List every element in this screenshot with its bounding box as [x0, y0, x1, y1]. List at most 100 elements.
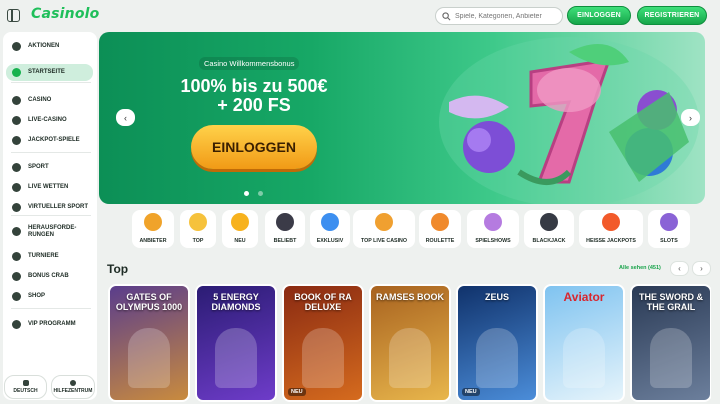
sidebar: DEUTSCH HILFEZENTRUM AKTIONEN STARTSEITE C…	[3, 32, 97, 400]
sidebar-item-aktionen[interactable]: AKTIONEN	[6, 38, 93, 55]
gift-icon	[12, 42, 21, 51]
sidebar-toggle-icon[interactable]	[7, 9, 20, 22]
category-label: EXKLUSIV	[316, 238, 344, 244]
category-label: TOP LIVE CASINO	[360, 238, 407, 244]
help-label: HILFEZENTRUM	[53, 388, 93, 394]
language-button[interactable]: DEUTSCH	[4, 375, 47, 399]
sidebar-item-casino[interactable]: CASINO	[6, 92, 93, 109]
search-box[interactable]	[435, 7, 563, 25]
category-icon	[321, 213, 339, 231]
sidebar-item-turniere[interactable]: TURNIERE	[6, 248, 93, 265]
category-bar: ANBIETER TOP NEU BELIEBT EXKLUSIV TOP LIVE CA…	[99, 210, 705, 248]
sidebar-item-label: BONUS CRAB	[28, 273, 69, 279]
games-prev-arrow-icon[interactable]: ‹	[670, 261, 689, 276]
category-icon	[660, 213, 678, 231]
sidebar-item-label: SPORT	[28, 164, 49, 170]
sidebar-item-live-wetten[interactable]: LIVE WETTEN	[6, 179, 93, 196]
category-beliebt[interactable]: BELIEBT	[265, 210, 305, 248]
category-icon	[144, 213, 162, 231]
sidebar-item-live-casino[interactable]: LIVE-CASINO	[6, 112, 93, 129]
category-label: ANBIETER	[139, 238, 167, 244]
category-icon	[276, 213, 294, 231]
sidebar-item-shop[interactable]: SHOP	[6, 288, 93, 305]
live-casino-icon	[12, 116, 21, 125]
category-label: SLOTS	[660, 238, 678, 244]
category-icon	[540, 213, 558, 231]
top-bar: Casinolo EINLOGGEN REGISTRIEREN	[0, 0, 720, 32]
hero-title-line1: 100% bis zu 500€	[180, 76, 328, 96]
new-badge: NEU	[288, 388, 306, 396]
help-icon	[70, 380, 76, 386]
hero-next-arrow-icon[interactable]: ›	[681, 109, 700, 126]
sidebar-item-jackpot-spiele[interactable]: JACKPOT-SPIELE	[6, 132, 93, 149]
soccer-ball-icon	[12, 163, 21, 172]
bonus-crab-icon	[12, 272, 21, 281]
category-icon	[189, 213, 207, 231]
category-top-live-casino[interactable]: TOP LIVE CASINO	[353, 210, 415, 248]
sidebar-item-label: HERAUSFORDE-RUNGEN	[28, 224, 77, 238]
games-next-arrow-icon[interactable]: ›	[692, 261, 711, 276]
sidebar-item-label: CASINO	[28, 97, 52, 103]
game-tile[interactable]: RAMSES BOOK	[369, 284, 451, 402]
game-tile[interactable]: THE SWORD & THE GRAIL	[630, 284, 711, 402]
category-label: ROULETTE	[425, 238, 455, 244]
game-tile[interactable]: ZEUS NEU	[456, 284, 538, 402]
hero-title-line2: + 200 FS	[217, 95, 291, 115]
sidebar-item-bonus-crab[interactable]: BONUS CRAB	[6, 268, 93, 285]
sidebar-item-sport[interactable]: SPORT	[6, 159, 93, 176]
trophy-icon	[12, 252, 21, 261]
challenge-icon	[12, 227, 21, 236]
game-tile[interactable]: GATES OF OLYMPUS 1000	[108, 284, 190, 402]
sidebar-item-label: VIRTUELLER SPORT	[28, 204, 89, 210]
game-title: BOOK OF RA DELUXE	[294, 292, 352, 312]
game-title: 5 ENERGY DIAMONDS	[211, 292, 261, 312]
sidebar-item-vip-programm[interactable]: VIP PROGRAMM	[6, 316, 93, 333]
home-icon	[12, 68, 21, 77]
flag-icon	[22, 380, 29, 386]
search-input[interactable]	[455, 12, 560, 20]
jackpot-icon	[12, 136, 21, 145]
games-carousel: GATES OF OLYMPUS 1000 5 ENERGY DIAMONDS BO…	[107, 284, 711, 404]
game-tile[interactable]: 5 ENERGY DIAMONDS	[195, 284, 277, 402]
category-anbieter[interactable]: ANBIETER	[132, 210, 174, 248]
game-tile[interactable]: BOOK OF RA DELUXE NEU	[282, 284, 364, 402]
category-label: TOP	[192, 238, 204, 244]
slide-dot-2[interactable]	[258, 191, 263, 196]
login-button[interactable]: EINLOGGEN	[567, 6, 631, 25]
register-button[interactable]: REGISTRIEREN	[637, 6, 707, 25]
sidebar-item-virtueller-sport[interactable]: VIRTUELLER SPORT	[6, 199, 93, 216]
category-neu[interactable]: NEU	[222, 210, 258, 248]
game-title: GATES OF OLYMPUS 1000	[115, 292, 183, 312]
sidebar-item-startseite[interactable]: STARTSEITE	[6, 64, 93, 81]
slide-dot-1[interactable]	[244, 191, 249, 196]
help-center-button[interactable]: HILFEZENTRUM	[51, 375, 95, 399]
sidebar-item-herausforde-rungen[interactable]: HERAUSFORDE-RUNGEN	[6, 223, 93, 240]
shop-icon	[12, 292, 21, 301]
category-exklusiv[interactable]: EXKLUSIV	[310, 210, 350, 248]
virtual-sport-icon	[12, 203, 21, 212]
sidebar-item-label: LIVE WETTEN	[28, 184, 69, 190]
category-label: NEU	[234, 238, 246, 244]
language-label: DEUTSCH	[13, 388, 38, 394]
game-artwork	[128, 328, 170, 388]
game-title: RAMSES BOOK	[375, 292, 444, 302]
category-label: BLACKJACK	[532, 238, 566, 244]
hero-badge: Casino Willkommensbonus	[199, 57, 300, 70]
search-icon	[442, 11, 451, 20]
live-bets-icon	[12, 183, 21, 192]
category-slots[interactable]: SLOTS	[648, 210, 690, 248]
category-heisse-jackpots[interactable]: HEISSE JACKPOTS	[579, 210, 643, 248]
see-all-link[interactable]: Alle sehen (451)	[619, 265, 661, 271]
category-blackjack[interactable]: BLACKJACK	[524, 210, 574, 248]
game-artwork	[650, 328, 692, 388]
game-tile[interactable]: Aviator	[543, 284, 625, 402]
category-roulette[interactable]: ROULETTE	[419, 210, 461, 248]
category-top[interactable]: TOP	[180, 210, 216, 248]
hero-login-button[interactable]: EINLOGGEN	[191, 125, 317, 169]
hero-artwork	[439, 37, 699, 204]
logo[interactable]: Casinolo	[31, 6, 99, 22]
sidebar-item-label: VIP PROGRAMM	[28, 321, 76, 327]
hero-prev-arrow-icon[interactable]: ‹	[116, 109, 135, 126]
game-title: THE SWORD & THE GRAIL	[639, 292, 703, 312]
category-spielshows[interactable]: SPIELSHOWS	[467, 210, 519, 248]
